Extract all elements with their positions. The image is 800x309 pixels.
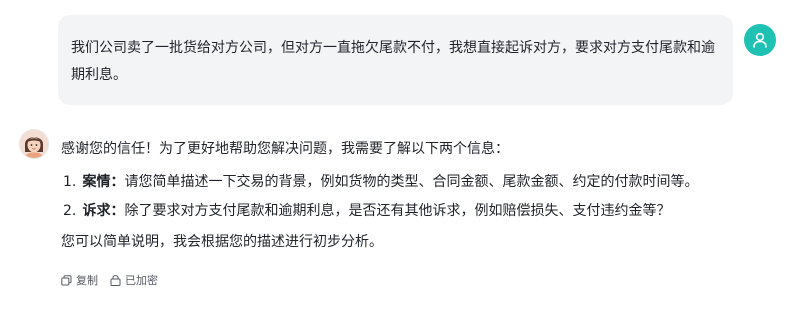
assistant-intro: 感谢您的信任！为了更好地帮助您解决问题，我需要了解以下两个信息： — [61, 141, 509, 157]
user-message-bubble: 我们公司卖了一批货给对方公司，但对方一直拖欠尾款不付，我想直接起诉对方，要求对方… — [58, 15, 733, 105]
list-item: 2. 诉求：除了要求对方支付尾款和逾期利息，是否还有其他诉求，例如赔偿损失、支付… — [61, 200, 761, 222]
list-item-separator: ： — [110, 174, 125, 190]
copy-button[interactable]: 复制 — [61, 272, 98, 288]
user-avatar[interactable] — [744, 24, 776, 56]
chat-page: 我们公司卖了一批货给对方公司，但对方一直拖欠尾款不付，我想直接起诉对方，要求对方… — [0, 0, 800, 309]
encrypted-label: 已加密 — [125, 274, 158, 287]
assistant-message: 感谢您的信任！为了更好地帮助您解决问题，我需要了解以下两个信息： 1. 案情：请… — [61, 137, 761, 253]
encrypted-indicator: 已加密 — [110, 272, 158, 288]
list-item-number: 2. — [63, 203, 77, 219]
user-message: 我们公司卖了一批货给对方公司，但对方一直拖欠尾款不付，我想直接起诉对方，要求对方… — [58, 15, 733, 105]
user-icon — [753, 32, 767, 48]
assistant-outro: 您可以简单说明，我会根据您的描述进行初步分析。 — [61, 234, 383, 250]
lock-icon — [110, 275, 121, 286]
list-item-term: 诉求 — [82, 203, 111, 219]
list-item-term: 案情 — [82, 174, 111, 190]
list-item: 1. 案情：请您简单描述一下交易的背景，例如货物的类型、合同金额、尾款金额、约定… — [61, 171, 761, 193]
list-item-number: 1. — [63, 174, 77, 190]
list-item-separator: ： — [110, 203, 125, 219]
assistant-avatar — [19, 129, 49, 159]
copy-icon — [61, 274, 72, 285]
list-item-text: 除了要求对方支付尾款和逾期利息，是否还有其他诉求，例如赔偿损失、支付违约金等？ — [124, 203, 671, 219]
message-actions: 复制 已加密 — [61, 272, 170, 288]
list-item-text: 请您简单描述一下交易的背景，例如货物的类型、合同金额、尾款金额、约定的付款时间等… — [124, 174, 699, 190]
assistant-avatar-icon — [20, 130, 48, 158]
copy-label: 复制 — [76, 274, 98, 287]
assistant-list: 1. 案情：请您简单描述一下交易的背景，例如货物的类型、合同金额、尾款金额、约定… — [61, 171, 761, 222]
